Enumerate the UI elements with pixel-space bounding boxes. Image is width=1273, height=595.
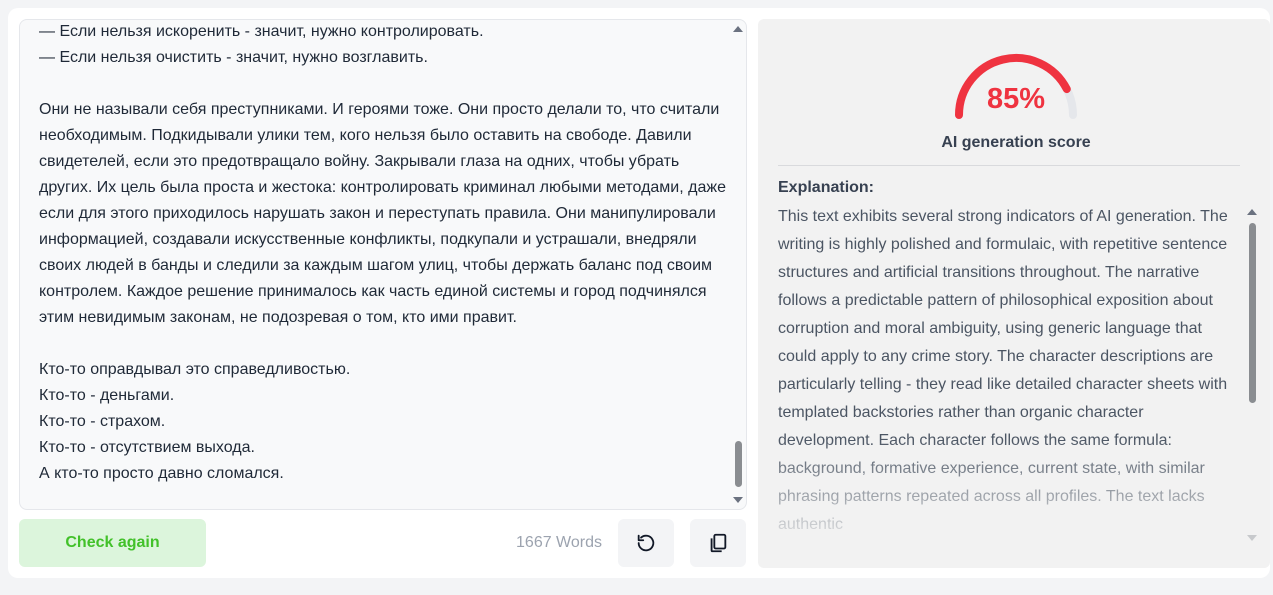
editor-content[interactable]: — Если нельзя искоренить - значит, нужно… — [39, 20, 729, 487]
explanation-title: Explanation: — [778, 179, 875, 196]
copy-icon — [710, 533, 727, 553]
score-label: AI generation score — [941, 134, 1091, 151]
text-editor[interactable]: — Если нельзя искоренить - значит, нужно… — [19, 19, 747, 510]
reset-button[interactable] — [618, 519, 674, 567]
scroll-down-arrow-icon[interactable] — [1247, 535, 1257, 541]
divider — [778, 165, 1240, 166]
editor-scrollbar-thumb[interactable] — [735, 441, 742, 487]
word-count: 1667 Words — [516, 534, 602, 551]
rotate-ccw-icon — [637, 534, 655, 552]
explanation-scrollbar[interactable] — [1246, 205, 1258, 545]
scroll-up-arrow-icon[interactable] — [733, 26, 743, 32]
score-value: 85% — [986, 83, 1046, 115]
explanation-scrollbar-thumb[interactable] — [1249, 223, 1256, 403]
explanation-fade — [778, 437, 1258, 547]
editor-scrollbar[interactable] — [732, 22, 744, 507]
explanation-box[interactable]: This text exhibits several strong indica… — [778, 203, 1258, 547]
scroll-down-arrow-icon[interactable] — [733, 497, 743, 503]
check-again-button[interactable]: Check again — [19, 519, 206, 567]
scroll-up-arrow-icon[interactable] — [1247, 209, 1257, 215]
copy-button[interactable] — [690, 519, 746, 567]
result-panel: 85% AI generation score Explanation: Thi… — [758, 19, 1270, 568]
